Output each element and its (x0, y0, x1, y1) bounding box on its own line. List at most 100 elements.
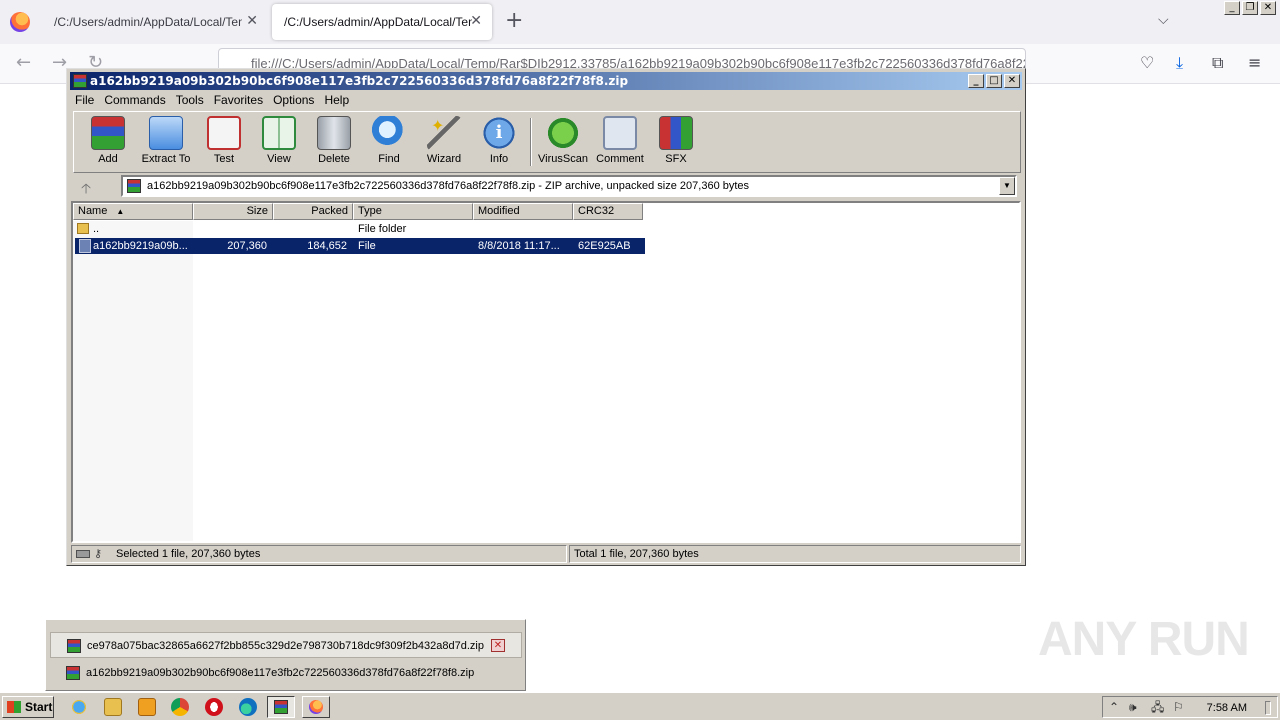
file-icon (79, 239, 91, 253)
menu-help[interactable]: Help (319, 91, 354, 109)
extract-folder-icon (149, 116, 183, 150)
close-icon[interactable]: ✕ (491, 639, 505, 652)
view-book-icon (262, 116, 296, 150)
chrome-icon[interactable] (171, 698, 189, 716)
taskbar-firefox-button[interactable] (302, 696, 330, 718)
column-header-name[interactable]: Name ▲ (73, 203, 193, 220)
magic-wand-icon (427, 116, 461, 150)
menu-hamburger-icon[interactable]: ≡ (1248, 54, 1261, 72)
column-header-packed[interactable]: Packed (273, 203, 353, 220)
dropdown-arrow-icon[interactable]: ▼ (999, 177, 1015, 195)
test-label: Test (213, 153, 235, 165)
path-combobox[interactable]: a162bb9219a09b302b90bc6f908e117e3fb2c722… (121, 175, 1017, 197)
comment-icon (603, 116, 637, 150)
start-button[interactable]: Start (2, 696, 54, 718)
winrar-icon (274, 700, 288, 714)
add-label: Add (98, 153, 118, 165)
close-tab-2-icon[interactable]: ✕ (470, 14, 482, 28)
menu-commands[interactable]: Commands (99, 91, 170, 109)
winrar-maximize-icon[interactable]: □ (986, 74, 1002, 88)
back-arrow-icon[interactable]: ← (16, 54, 31, 72)
menu-tools[interactable]: Tools (171, 91, 209, 109)
row-type: File folder (358, 223, 407, 235)
delete-button[interactable]: Delete (304, 116, 364, 165)
status-bar: ⚷ Selected 1 file, 207,360 bytes Total 1… (71, 545, 1021, 563)
network-icon[interactable]: 🖧 (1151, 699, 1164, 715)
taskbar-winrar-button[interactable] (267, 696, 295, 718)
start-label: Start (25, 700, 53, 714)
browser-tab-2-title: /C:/Users/admin/AppData/Local/Temp/Rar$D… (284, 15, 472, 29)
menu-favorites[interactable]: Favorites (209, 91, 268, 109)
test-button[interactable]: Test (194, 116, 254, 165)
ie-icon[interactable] (70, 698, 88, 716)
folder-icon (77, 223, 89, 234)
column-header-type[interactable]: Type (353, 203, 473, 220)
wizard-button[interactable]: Wizard (414, 116, 474, 165)
menu-file[interactable]: File (70, 91, 99, 109)
up-folder-arrow-icon[interactable]: 🡡 (81, 178, 91, 202)
restore-icon[interactable]: ❐ (1242, 1, 1258, 15)
extract-to-button[interactable]: Extract To (136, 116, 196, 165)
close-window-icon[interactable]: ✕ (1260, 1, 1276, 15)
menu-options[interactable]: Options (268, 91, 319, 109)
browser-tab-bar: /C:/Users/admin/AppData/Local/Temp/Rar$D… (0, 0, 1280, 44)
row-crc32: 62E925AB (578, 240, 631, 252)
status-right: Total 1 file, 207,360 bytes (569, 545, 1021, 563)
anyrun-watermark: ANY RUN (1038, 613, 1250, 666)
show-hidden-icons-icon[interactable]: ⌃ (1109, 699, 1119, 715)
action-center-flag-icon[interactable]: ⚐ (1173, 699, 1184, 715)
column-header-size[interactable]: Size (193, 203, 273, 220)
close-tab-1-icon[interactable]: ✕ (246, 14, 258, 28)
file-list[interactable]: Name ▲ Size Packed Type Modified CRC32 .… (71, 201, 1021, 543)
opera-icon[interactable] (205, 698, 223, 716)
winrar-title-bar[interactable]: a162bb9219a09b302b90bc6f908e117e3fb2c722… (70, 72, 1022, 90)
sfx-label: SFX (665, 153, 687, 165)
pocket-icon[interactable]: ♡ (1140, 54, 1154, 72)
firefox-logo-icon[interactable] (10, 12, 30, 32)
sfx-button[interactable]: SFX (646, 116, 706, 165)
table-row-parent[interactable]: .. File folder (75, 221, 645, 237)
find-button[interactable]: Find (359, 116, 419, 165)
edge-icon[interactable] (239, 698, 257, 716)
minimize-icon[interactable]: _ (1224, 1, 1240, 15)
column-header-modified[interactable]: Modified (473, 203, 573, 220)
status-right-text: Total 1 file, 207,360 bytes (574, 548, 699, 560)
winrar-minimize-icon[interactable]: _ (968, 74, 984, 88)
winrar-icon (66, 666, 80, 680)
path-bar: 🡡 a162bb9219a09b302b90bc6f908e117e3fb2c7… (73, 175, 1021, 199)
winrar-window-controls: _ □ ✕ (968, 74, 1020, 88)
virusscan-button[interactable]: VirusScan (533, 116, 593, 165)
row-modified: 8/8/2018 11:17... (478, 240, 560, 252)
info-button[interactable]: i Info (469, 116, 529, 165)
browser-tab-1-title: /C:/Users/admin/AppData/Local/Temp/Rar$D… (54, 15, 242, 29)
table-row-selected[interactable]: a162bb9219a09b... 207,360 184,652 File 8… (75, 238, 645, 254)
add-button[interactable]: Add (78, 116, 138, 165)
volume-icon[interactable]: 🕪 (1129, 699, 1137, 715)
info-label: Info (489, 153, 509, 165)
winrar-close-icon[interactable]: ✕ (1004, 74, 1020, 88)
name-column-shade (73, 221, 193, 541)
new-tab-icon[interactable]: + (505, 10, 523, 32)
test-clipboard-icon (207, 116, 241, 150)
drive-icon[interactable] (76, 550, 90, 558)
browser-tab-2[interactable]: /C:/Users/admin/AppData/Local/Temp/Rar$D… (272, 4, 492, 40)
key-icon[interactable]: ⚷ (94, 548, 102, 560)
explorer-folder-icon[interactable] (104, 698, 122, 716)
sort-ascending-icon: ▲ (116, 207, 125, 216)
forward-arrow-icon[interactable]: → (52, 54, 67, 72)
view-button[interactable]: View (249, 116, 309, 165)
downloads-icon[interactable]: ⤓ (1176, 54, 1183, 72)
extensions-icon[interactable]: ⧉ (1212, 54, 1223, 72)
taskbar-group-popup: ce978a075bac32865a6627f2bb855c329d2e7987… (45, 619, 526, 691)
popup-item-1[interactable]: ce978a075bac32865a6627f2bb855c329d2e7987… (50, 632, 522, 658)
browser-window-controls: _ ❐ ✕ (1224, 1, 1276, 15)
show-desktop-button[interactable] (1265, 701, 1271, 715)
clock[interactable]: 7:58 AM (1207, 700, 1247, 716)
column-header-crc32[interactable]: CRC32 (573, 203, 643, 220)
popup-item-2[interactable]: a162bb9219a09b302b90bc6f908e117e3fb2c722… (50, 660, 522, 686)
comment-button[interactable]: Comment (590, 116, 650, 165)
status-left-text: Selected 1 file, 207,360 bytes (116, 548, 261, 560)
media-player-icon[interactable] (138, 698, 156, 716)
browser-tab-1[interactable]: /C:/Users/admin/AppData/Local/Temp/Rar$D… (42, 4, 268, 40)
list-tabs-chevron-icon[interactable]: ⌵ (1158, 12, 1169, 28)
